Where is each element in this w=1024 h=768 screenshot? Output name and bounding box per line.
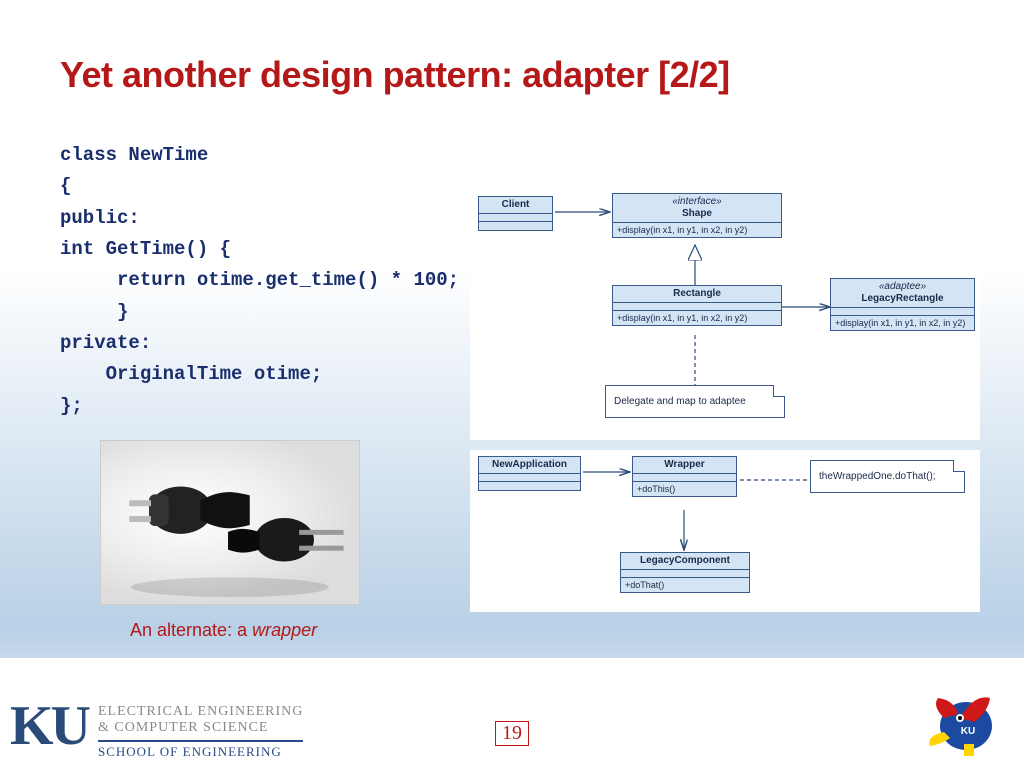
- uml-note: theWrappedOne.doThat();: [810, 460, 965, 493]
- svg-text:KU: KU: [961, 726, 975, 737]
- uml-class-name: «interface» Shape: [613, 194, 781, 223]
- uml-class-name: Wrapper: [633, 457, 736, 474]
- uml-diagram-wrapper: NewApplication Wrapper +doThis() LegacyC…: [470, 450, 980, 612]
- uml-note: Delegate and map to adaptee: [605, 385, 785, 418]
- uml-class-name: «adaptee» LegacyRectangle: [831, 279, 974, 308]
- uml-operation: +display(in x1, in y1, in x2, in y2): [613, 311, 781, 325]
- uml-operation: +display(in x1, in y1, in x2, in y2): [831, 316, 974, 330]
- uml-class-legacyrectangle: «adaptee» LegacyRectangle +display(in x1…: [830, 278, 975, 331]
- code-block: class NewTime { public: int GetTime() { …: [60, 140, 459, 422]
- ku-logo: KU ELECTRICAL ENGINEERING& COMPUTER SCIE…: [10, 698, 303, 760]
- uml-class-name: NewApplication: [479, 457, 580, 474]
- uml-interface-shape: «interface» Shape +display(in x1, in y1,…: [612, 193, 782, 238]
- jayhawk-mascot-icon: KU: [924, 688, 1004, 758]
- uml-operation: +doThat(): [621, 578, 749, 592]
- caption-prefix: An alternate: a: [130, 620, 252, 640]
- ku-department-text: ELECTRICAL ENGINEERING& COMPUTER SCIENCE…: [98, 698, 303, 760]
- uml-operation: +display(in x1, in y1, in x2, in y2): [613, 223, 781, 237]
- uml-class-newapplication: NewApplication: [478, 456, 581, 491]
- uml-class-legacycomponent: LegacyComponent +doThat(): [620, 552, 750, 593]
- note-fold-icon: [773, 385, 785, 397]
- slide-title: Yet another design pattern: adapter [2/2…: [60, 54, 994, 96]
- caption: An alternate: a wrapper: [130, 620, 317, 641]
- plug-adapter-image: [100, 440, 360, 605]
- uml-class-rectangle: Rectangle +display(in x1, in y1, in x2, …: [612, 285, 782, 326]
- uml-diagram-adapter: Client «interface» Shape +display(in x1,…: [470, 190, 980, 440]
- ku-mark: KU: [10, 698, 88, 754]
- uml-class-wrapper: Wrapper +doThis(): [632, 456, 737, 497]
- uml-class-name: Client: [479, 197, 552, 214]
- slide-footer: KU ELECTRICAL ENGINEERING& COMPUTER SCIE…: [0, 658, 1024, 768]
- note-fold-icon: [953, 460, 965, 472]
- uml-class-client: Client: [478, 196, 553, 231]
- page-number: 19: [495, 721, 529, 746]
- uml-operation: +doThis(): [633, 482, 736, 496]
- uml-class-name: Rectangle: [613, 286, 781, 303]
- caption-emphasis: wrapper: [252, 620, 317, 640]
- uml-class-name: LegacyComponent: [621, 553, 749, 570]
